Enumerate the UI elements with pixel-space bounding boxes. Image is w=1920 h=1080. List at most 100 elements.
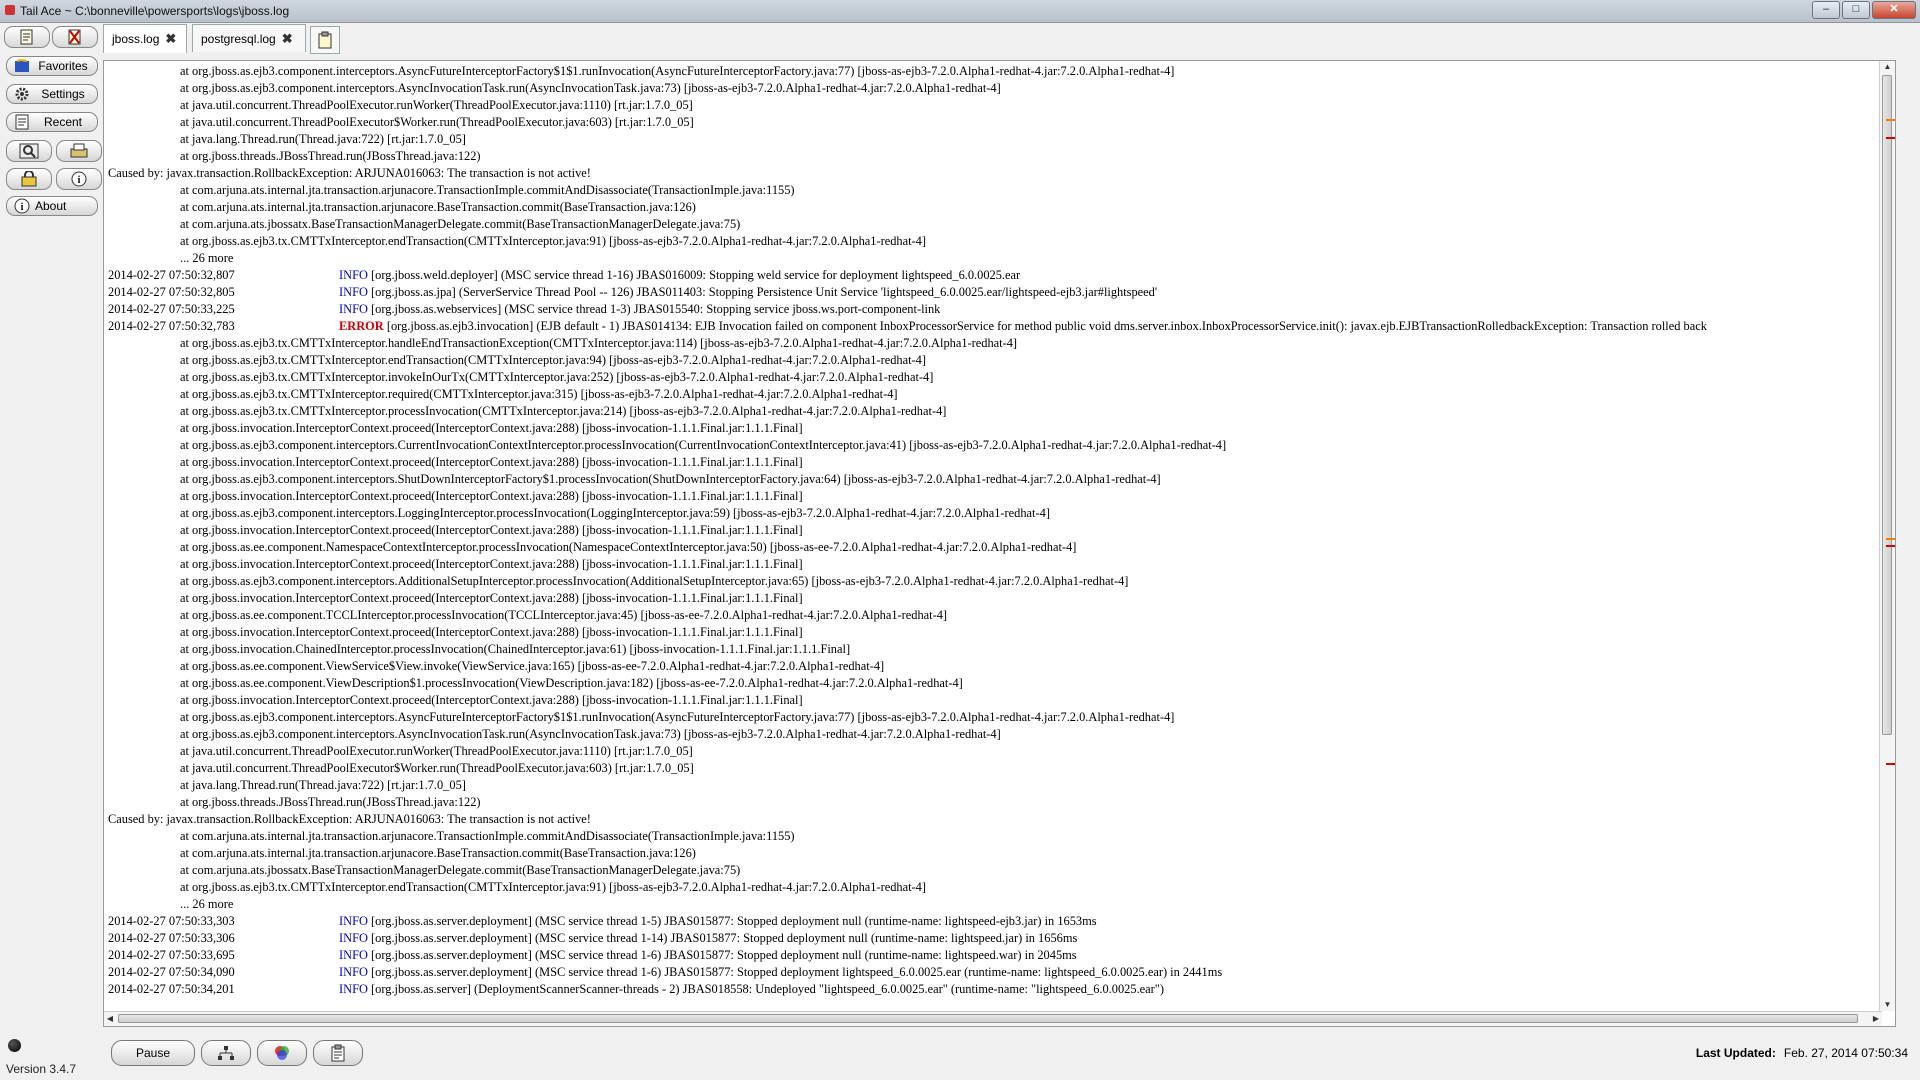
- info-button[interactable]: i: [56, 168, 102, 190]
- log-line: at java.lang.Thread.run(Thread.java:722)…: [108, 131, 1882, 148]
- stack-trace-line: at org.jboss.invocation.InterceptorConte…: [180, 591, 803, 605]
- tab-close-icon[interactable]: ✖: [282, 31, 293, 47]
- stack-trace-line: at org.jboss.as.ejb3.component.intercept…: [180, 64, 1175, 78]
- log-line: at org.jboss.as.ejb3.component.intercept…: [108, 726, 1882, 743]
- stack-trace-line: at org.jboss.as.ejb3.tx.CMTTxInterceptor…: [180, 370, 934, 384]
- favorites-label: Favorites: [38, 59, 88, 73]
- open-file-button[interactable]: [4, 26, 50, 48]
- minimize-button[interactable]: –: [1812, 1, 1840, 19]
- clipboard-icon: [331, 1044, 345, 1062]
- tab-jboss-log[interactable]: jboss.log ✖: [103, 24, 187, 53]
- log-viewer[interactable]: at org.jboss.as.ejb3.component.intercept…: [103, 60, 1896, 1027]
- log-timestamp: 2014-02-27 07:50:34,090: [108, 965, 235, 979]
- log-timestamp: 2014-02-27 07:50:33,306: [108, 931, 235, 945]
- clear-button[interactable]: [313, 1040, 363, 1066]
- hierarchy-button[interactable]: [201, 1040, 251, 1066]
- pause-button[interactable]: Pause: [111, 1040, 195, 1066]
- log-line: at java.util.concurrent.ThreadPoolExecut…: [108, 760, 1882, 777]
- stack-trace-line: at org.jboss.invocation.ChainedIntercept…: [180, 642, 851, 656]
- stack-trace-line: at org.jboss.as.ee.component.NamespaceCo…: [180, 540, 1077, 554]
- new-tab-button[interactable]: [310, 26, 340, 54]
- vertical-scroll-thumb[interactable]: [1882, 75, 1892, 735]
- log-level: INFO: [339, 982, 368, 996]
- search-button[interactable]: [6, 140, 52, 162]
- log-line: at org.jboss.invocation.InterceptorConte…: [108, 420, 1882, 437]
- clipboard-icon: [318, 31, 332, 49]
- log-line: at org.jboss.as.ejb3.component.intercept…: [108, 709, 1882, 726]
- error-marker[interactable]: [1886, 763, 1895, 765]
- status-indicator-icon: [8, 1039, 21, 1052]
- caused-by-line: Caused by: javax.transaction.RollbackExc…: [108, 166, 591, 180]
- lock-button[interactable]: [6, 168, 52, 190]
- log-line: at java.util.concurrent.ThreadPoolExecut…: [108, 97, 1882, 114]
- horizontal-scroll-thumb[interactable]: [118, 1014, 1858, 1023]
- app-icon: [5, 5, 15, 15]
- log-line: at org.jboss.invocation.InterceptorConte…: [108, 488, 1882, 505]
- stack-trace-line: at org.jboss.as.ejb3.component.intercept…: [180, 472, 1161, 486]
- log-line: at org.jboss.as.ejb3.component.intercept…: [108, 437, 1882, 454]
- log-line: at org.jboss.invocation.InterceptorConte…: [108, 692, 1882, 709]
- stack-trace-line: at org.jboss.as.ee.component.ViewService…: [180, 659, 885, 673]
- warning-marker[interactable]: [1886, 538, 1895, 540]
- stack-trace-line: at org.jboss.as.ejb3.component.intercept…: [180, 710, 1175, 724]
- tab-label: jboss.log: [112, 32, 160, 46]
- stack-trace-line: at com.arjuna.ats.internal.jta.transacti…: [180, 183, 795, 197]
- favorites-button[interactable]: Favorites: [6, 56, 98, 76]
- log-line: 2014-02-27 07:50:34,201 INFO [org.jboss.a…: [108, 981, 1882, 998]
- log-message: [org.jboss.weld.deployer] (MSC service t…: [371, 268, 1021, 282]
- maximize-button[interactable]: □: [1842, 1, 1870, 19]
- log-line: at org.jboss.as.ejb3.component.intercept…: [108, 63, 1882, 80]
- tab-postgresql-log[interactable]: postgresql.log ✖: [192, 24, 306, 52]
- color-button[interactable]: [257, 1040, 307, 1066]
- lock-icon: [21, 171, 37, 187]
- stack-trace-line: at org.jboss.invocation.InterceptorConte…: [180, 625, 803, 639]
- svg-text:i: i: [21, 202, 24, 213]
- log-line: at org.jboss.as.ejb3.component.intercept…: [108, 471, 1882, 488]
- stack-trace-line: at java.lang.Thread.run(Thread.java:722)…: [180, 132, 466, 146]
- hierarchy-icon: [218, 1046, 234, 1060]
- scroll-right-arrow-icon[interactable]: ▶: [1870, 1012, 1882, 1026]
- log-line: at org.jboss.as.ee.component.ViewService…: [108, 658, 1882, 675]
- close-window-button[interactable]: ✕: [1872, 1, 1916, 19]
- warning-marker[interactable]: [1886, 119, 1895, 121]
- log-level: ERROR: [339, 319, 384, 333]
- log-timestamp: 2014-02-27 07:50:32,805: [108, 285, 235, 299]
- scroll-down-arrow-icon[interactable]: ▼: [1880, 999, 1895, 1011]
- log-line: at com.arjuna.ats.internal.jta.transacti…: [108, 182, 1882, 199]
- close-file-button[interactable]: [52, 26, 98, 48]
- scroll-left-arrow-icon[interactable]: ◀: [104, 1012, 116, 1026]
- log-message: [org.jboss.as.webservices] (MSC service …: [371, 302, 941, 316]
- stack-trace-line: at java.util.concurrent.ThreadPoolExecut…: [180, 761, 694, 775]
- error-marker[interactable]: [1886, 545, 1895, 547]
- error-marker[interactable]: [1886, 137, 1895, 139]
- scroll-up-arrow-icon[interactable]: ▲: [1880, 61, 1895, 73]
- caused-by-line: Caused by: javax.transaction.RollbackExc…: [108, 812, 591, 826]
- settings-button[interactable]: Settings: [6, 84, 98, 104]
- log-line: at java.lang.Thread.run(Thread.java:722)…: [108, 777, 1882, 794]
- stack-trace-line: at org.jboss.as.ejb3.tx.CMTTxInterceptor…: [180, 387, 898, 401]
- log-line: at com.arjuna.ats.internal.jta.transacti…: [108, 828, 1882, 845]
- tab-close-icon[interactable]: ✖: [165, 31, 176, 47]
- stack-trace-line: at org.jboss.invocation.InterceptorConte…: [180, 489, 803, 503]
- log-line: at org.jboss.invocation.InterceptorConte…: [108, 556, 1882, 573]
- log-line: at org.jboss.as.ejb3.tx.CMTTxInterceptor…: [108, 879, 1882, 896]
- log-level: INFO: [339, 285, 368, 299]
- log-line: at org.jboss.as.ee.component.NamespaceCo…: [108, 539, 1882, 556]
- log-line: 2014-02-27 07:50:32,783 ERROR [org.jboss.…: [108, 318, 1882, 335]
- horizontal-scrollbar[interactable]: ◀ ▶: [104, 1011, 1882, 1026]
- recent-button[interactable]: Recent: [6, 112, 98, 132]
- log-line: at org.jboss.as.ejb3.component.intercept…: [108, 573, 1882, 590]
- log-line: at com.arjuna.ats.internal.jta.transacti…: [108, 845, 1882, 862]
- stack-trace-line: at org.jboss.invocation.InterceptorConte…: [180, 693, 803, 707]
- log-line: at org.jboss.invocation.InterceptorConte…: [108, 522, 1882, 539]
- print-button[interactable]: [56, 140, 102, 162]
- log-line: 2014-02-27 07:50:33,303 INFO [org.jboss.a…: [108, 913, 1882, 930]
- stack-trace-line: at com.arjuna.ats.jbossatx.BaseTransacti…: [180, 217, 741, 231]
- log-line: 2014-02-27 07:50:34,090 INFO [org.jboss.a…: [108, 964, 1882, 981]
- stack-trace-line: ... 26 more: [180, 251, 234, 265]
- about-button[interactable]: i About: [6, 196, 98, 216]
- info-icon: i: [71, 171, 87, 187]
- stack-trace-line: at org.jboss.as.ejb3.component.intercept…: [180, 574, 1129, 588]
- stack-trace-line: ... 26 more: [180, 897, 234, 911]
- vertical-scrollbar[interactable]: ▲ ▼: [1879, 61, 1895, 1011]
